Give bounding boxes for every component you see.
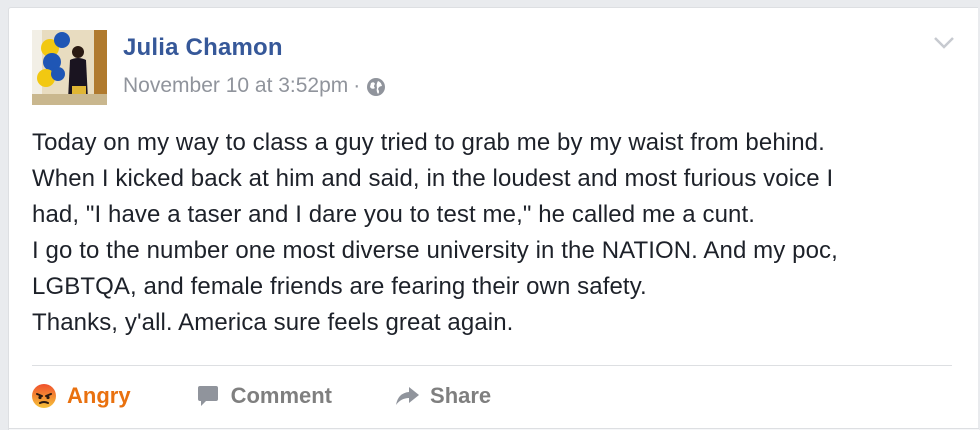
- angry-label: Angry: [67, 383, 131, 408]
- post-text: Today on my way to class a guy tried to …: [32, 125, 967, 341]
- share-icon: [394, 383, 420, 409]
- post-text-line: Thanks, y'all. America sure feels great …: [32, 309, 514, 336]
- action-divider: [32, 365, 952, 366]
- post-text-line: I go to the number one most diverse univ…: [32, 237, 838, 264]
- post-text-line: had, "I have a taser and I dare you to t…: [32, 201, 756, 228]
- share-label: Share: [430, 383, 492, 408]
- comment-label: Comment: [230, 383, 333, 408]
- angry-reaction-button[interactable]: Angry: [31, 383, 131, 409]
- action-bar: Angry Comment Share: [31, 378, 491, 414]
- meta-separator: ·: [353, 74, 361, 97]
- comment-icon: [195, 383, 221, 409]
- post-text-line: When I kicked back at him and said, in t…: [32, 165, 834, 192]
- comment-button[interactable]: Comment: [195, 383, 332, 409]
- post-card: Julia Chamon November 10 at 3:52pm · Tod…: [8, 7, 979, 430]
- post-text-line: LGBTQA, and female friends are fearing t…: [32, 273, 647, 300]
- chevron-down-icon[interactable]: [933, 34, 955, 52]
- post-meta: November 10 at 3:52pm ·: [123, 74, 386, 98]
- angry-face-icon: [31, 383, 57, 409]
- globe-icon[interactable]: [366, 77, 386, 97]
- author-name[interactable]: Julia Chamon: [123, 34, 283, 62]
- post-text-line: Today on my way to class a guy tried to …: [32, 129, 825, 156]
- avatar[interactable]: [32, 30, 107, 105]
- avatar-image: [32, 30, 107, 105]
- share-button[interactable]: Share: [394, 383, 491, 409]
- post-timestamp[interactable]: November 10 at 3:52pm: [123, 74, 348, 98]
